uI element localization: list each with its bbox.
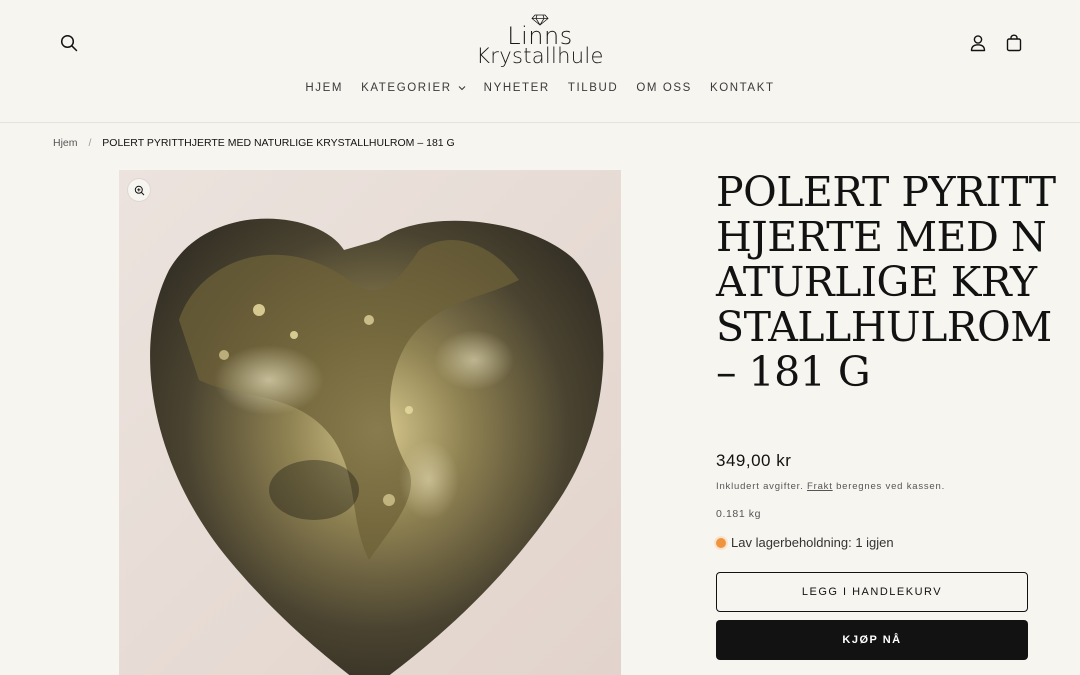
logo-text-line2: Krystallhule <box>476 44 604 68</box>
product-title: POLERT PYRITTHJERTE MED NATURLIGE KRYSTA… <box>716 168 1056 396</box>
stock-status: Lav lagerbeholdning: 1 igjen <box>716 535 894 550</box>
store-logo[interactable]: Linns Krystallhule <box>470 14 610 70</box>
nav-item-label: KATEGORIER <box>361 82 452 94</box>
nav-item-kategorier[interactable]: KATEGORIER <box>352 82 475 94</box>
breadcrumb-home-link[interactable]: Hjem <box>53 137 78 149</box>
main-navigation: HJEM KATEGORIER NYHETER TILBUD OM OSS KO… <box>0 82 1080 94</box>
buy-now-button[interactable]: KJØP NÅ <box>716 620 1028 660</box>
nav-item-label: NYHETER <box>483 82 550 94</box>
breadcrumb: Hjem / POLERT PYRITTHJERTE MED NATURLIGE… <box>53 137 455 149</box>
tax-info: Inkludert avgifter. Frakt beregnes ved k… <box>716 481 945 492</box>
tax-suffix: beregnes ved kassen. <box>836 481 946 492</box>
nav-item-om-oss[interactable]: OM OSS <box>627 82 701 94</box>
nav-item-tilbud[interactable]: TILBUD <box>559 82 628 94</box>
product-image[interactable] <box>119 170 621 675</box>
nav-item-label: HJEM <box>305 82 344 94</box>
nav-item-label: KONTAKT <box>709 82 775 94</box>
product-weight: 0.181 kg <box>716 508 762 520</box>
nav-item-label: TILBUD <box>567 82 619 94</box>
nav-item-label: OM OSS <box>636 82 692 94</box>
nav-item-nyheter[interactable]: NYHETER <box>475 82 559 94</box>
nav-item-hjem[interactable]: HJEM <box>296 82 352 94</box>
shopping-bag-icon[interactable] <box>1002 31 1026 55</box>
stock-text: Lav lagerbeholdning: 1 igjen <box>731 535 894 550</box>
shipping-link[interactable]: Frakt <box>807 481 833 492</box>
zoom-in-icon[interactable] <box>128 179 150 201</box>
account-icon[interactable] <box>966 31 990 55</box>
breadcrumb-separator: / <box>88 137 92 149</box>
breadcrumb-current: POLERT PYRITTHJERTE MED NATURLIGE KRYSTA… <box>102 137 455 149</box>
add-to-cart-button[interactable]: LEGG I HANDLEKURV <box>716 572 1028 612</box>
stock-indicator-icon <box>716 537 726 548</box>
site-header: Linns Krystallhule HJEM KATEGORIER NYHET… <box>0 0 1080 123</box>
nav-item-kontakt[interactable]: KONTAKT <box>701 82 784 94</box>
chevron-down-icon <box>458 82 466 94</box>
search-icon[interactable] <box>57 31 81 55</box>
tax-prefix: Inkludert avgifter. <box>716 481 804 492</box>
product-price: 349,00 kr <box>716 451 792 470</box>
